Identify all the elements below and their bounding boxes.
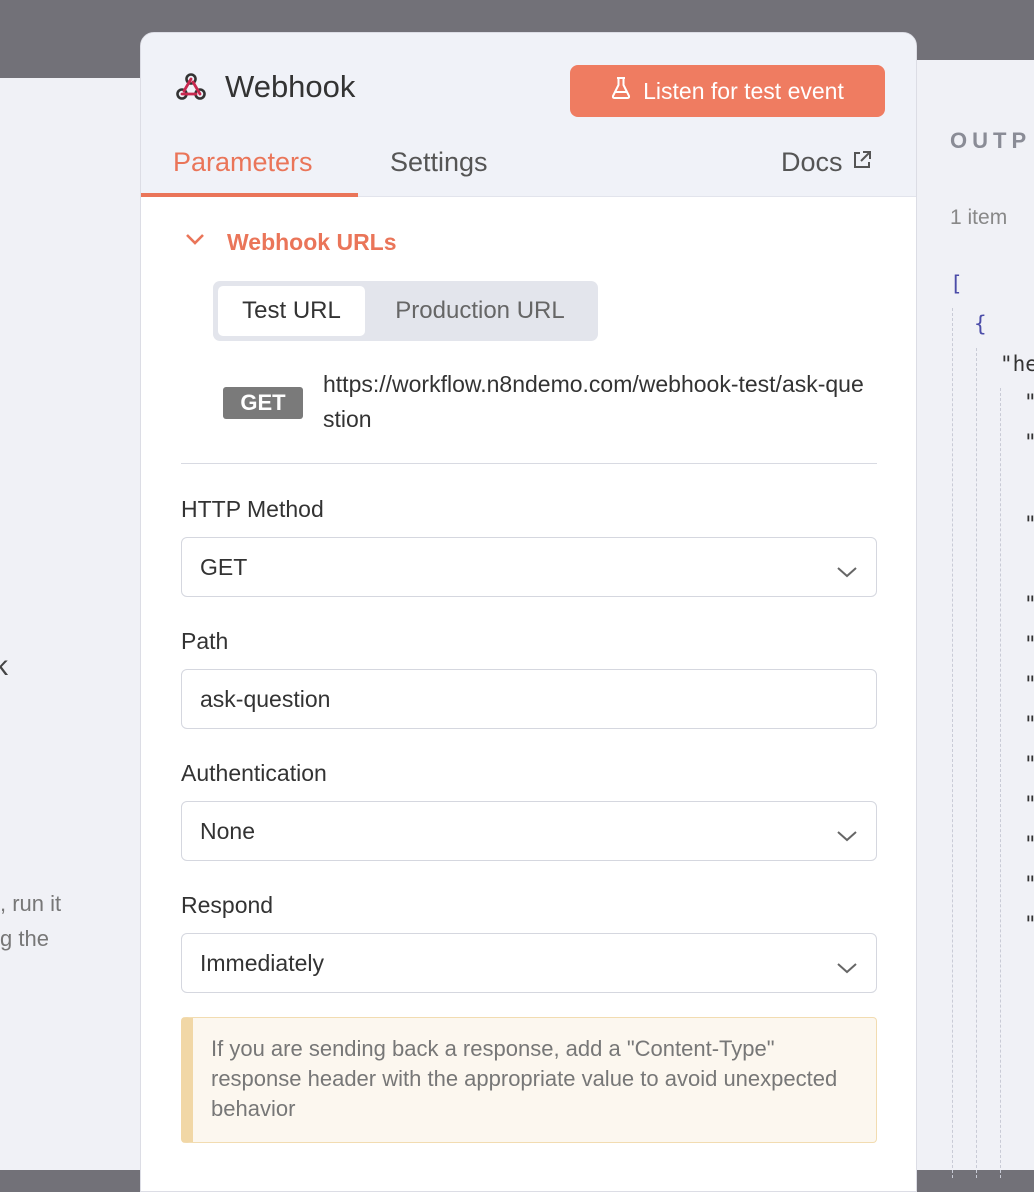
- content-type-notice: If you are sending back a response, add …: [181, 1017, 877, 1143]
- webhook-url[interactable]: https://workflow.n8ndemo.com/webhook-tes…: [323, 367, 873, 437]
- webhook-node-dialog: Webhook Listen for test event Parameters…: [140, 32, 917, 1192]
- authentication-value: None: [200, 817, 255, 844]
- json-key: ": [1024, 672, 1034, 696]
- chevron-down-icon: [836, 822, 858, 849]
- json-key: ": [1024, 872, 1034, 896]
- json-guide-line: [1000, 388, 1001, 1178]
- webhook-urls-label: Webhook URLs: [227, 229, 397, 255]
- json-key: ": [1024, 430, 1034, 454]
- respond-label: Respond: [181, 892, 274, 918]
- input-panel-hint-text: , run it g the: [0, 891, 62, 951]
- url-type-switch: Test URL Production URL: [213, 281, 598, 341]
- input-panel-fragment: k: [0, 650, 8, 681]
- http-method-value: GET: [200, 553, 248, 580]
- json-key: ": [1024, 792, 1034, 816]
- input-panel: k , run it g the: [0, 78, 140, 1170]
- json-guide-line: [976, 348, 977, 1178]
- json-guide-line: [952, 308, 953, 1178]
- authentication-select[interactable]: None: [181, 801, 877, 861]
- tab-bar: Parameters Settings Docs: [141, 143, 916, 197]
- webhook-urls-toggle[interactable]: Webhook URLs: [185, 229, 397, 256]
- path-input[interactable]: ask-question: [181, 669, 877, 729]
- json-key: ": [1024, 632, 1034, 656]
- output-title: OUTP: [950, 128, 1032, 153]
- json-key: ": [1024, 390, 1034, 414]
- respond-value: Immediately: [200, 949, 324, 976]
- divider: [181, 463, 877, 464]
- tab-parameters[interactable]: Parameters: [173, 147, 313, 178]
- node-title[interactable]: Webhook: [225, 69, 355, 105]
- dialog-header: Webhook Listen for test event Parameters…: [141, 33, 916, 197]
- output-panel: OUTP 1 item [ { "he " " " " " " " " " " …: [916, 60, 1034, 1178]
- http-method-select[interactable]: GET: [181, 537, 877, 597]
- json-key: ": [1024, 592, 1034, 616]
- chevron-down-icon: [185, 233, 205, 252]
- output-json-view[interactable]: [ { "he " " " " " " " " " " " ": [950, 272, 1034, 1178]
- output-item-count: 1 item: [950, 206, 1008, 229]
- respond-select[interactable]: Immediately: [181, 933, 877, 993]
- json-key: ": [1024, 712, 1034, 736]
- path-value: ask-question: [200, 685, 331, 712]
- json-open-brace: {: [974, 312, 987, 336]
- listen-for-test-event-button[interactable]: Listen for test event: [570, 65, 885, 117]
- json-key: ": [1024, 752, 1034, 776]
- json-key: "he: [1000, 352, 1034, 376]
- listen-button-label: Listen for test event: [643, 77, 844, 104]
- tab-settings[interactable]: Settings: [390, 147, 488, 178]
- json-key: ": [1024, 512, 1034, 536]
- authentication-label: Authentication: [181, 760, 327, 786]
- flask-icon: [611, 76, 631, 106]
- external-link-icon: [851, 147, 873, 178]
- chevron-down-icon: [836, 558, 858, 585]
- webhook-icon: [175, 71, 207, 103]
- json-key: ": [1024, 912, 1034, 936]
- http-method-label: HTTP Method: [181, 496, 324, 522]
- json-key: ": [1024, 832, 1034, 856]
- chevron-down-icon: [836, 954, 858, 981]
- json-open-bracket: [: [950, 272, 963, 296]
- http-method-badge: GET: [223, 387, 303, 419]
- path-label: Path: [181, 628, 229, 654]
- production-url-button[interactable]: Production URL: [365, 286, 595, 336]
- docs-link[interactable]: Docs: [781, 147, 873, 178]
- active-tab-indicator: [141, 193, 358, 197]
- test-url-button[interactable]: Test URL: [218, 286, 365, 336]
- docs-label: Docs: [781, 147, 843, 177]
